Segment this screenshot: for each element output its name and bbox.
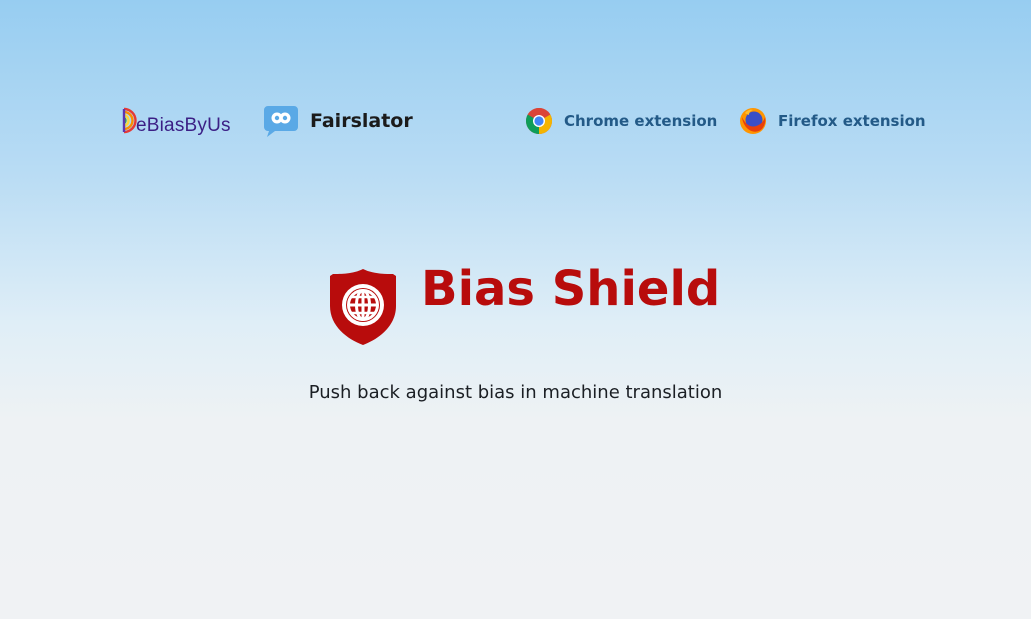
debiasbyus-label: eBiasByUs (136, 115, 231, 136)
firefox-icon (739, 107, 767, 139)
top-navigation: eBiasByUs Fairslator Chrome extension Fi… (0, 100, 1031, 146)
fairslator-label: Fairslator (310, 110, 413, 132)
firefox-extension-link[interactable]: Firefox extension (739, 108, 926, 138)
page-title: Bias Shield (421, 260, 721, 317)
chrome-icon (525, 107, 553, 139)
fairslator-logo-icon (263, 105, 299, 142)
chrome-extension-label: Chrome extension (564, 112, 718, 130)
chrome-extension-link[interactable]: Chrome extension (525, 107, 718, 139)
firefox-extension-label: Firefox extension (778, 112, 926, 130)
tagline: Push back against bias in machine transl… (308, 382, 723, 403)
debiasbyus-link[interactable]: eBiasByUs (122, 106, 231, 140)
shield-globe-icon (329, 268, 397, 350)
hero-title-row: Bias Shield (329, 261, 720, 350)
fairslator-link[interactable]: Fairslator (263, 105, 413, 141)
